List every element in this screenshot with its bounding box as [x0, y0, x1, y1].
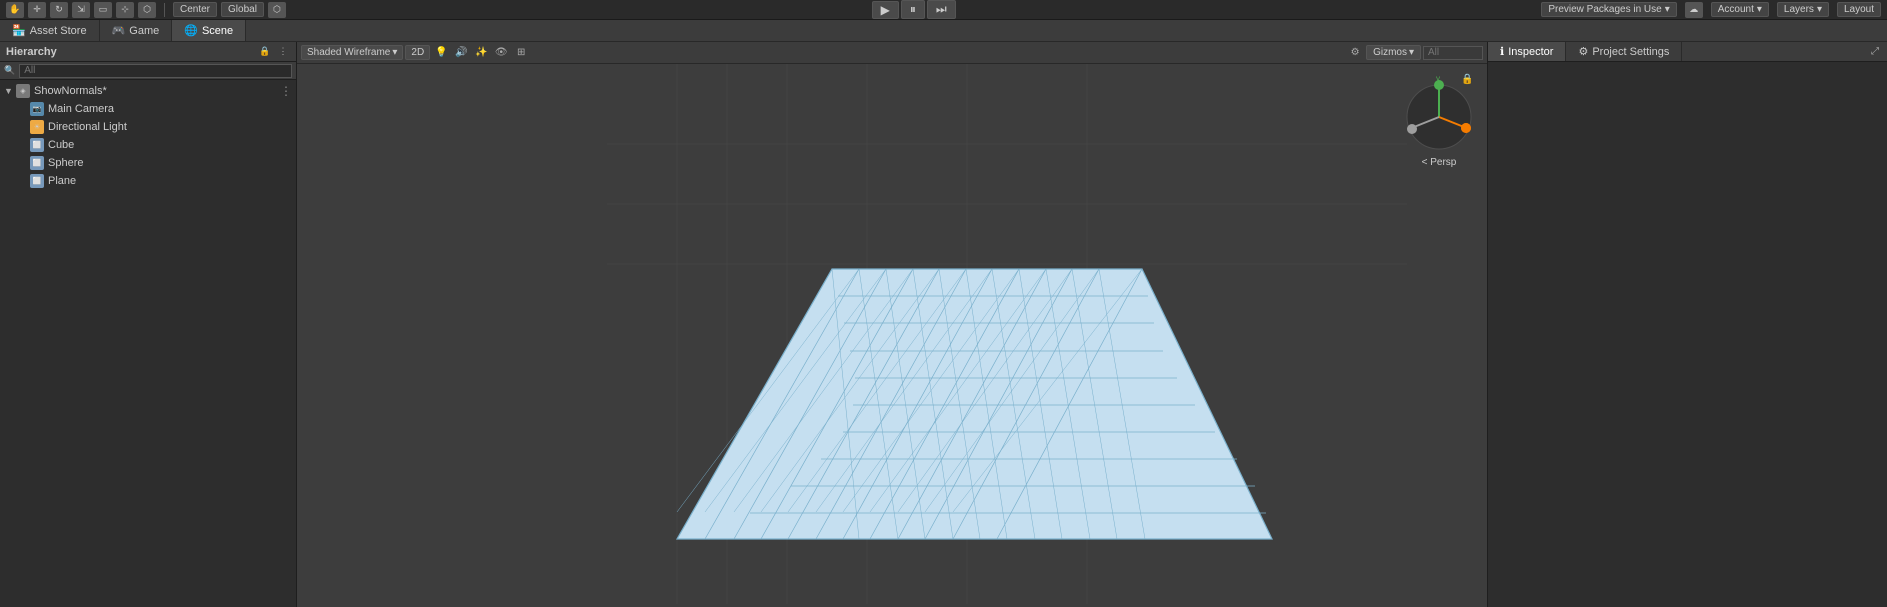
second-bar: 🏪 Asset Store 🎮 Game 🌐 Scene	[0, 20, 1887, 42]
move-tool-icon[interactable]: ✛	[28, 2, 46, 18]
hierarchy-search-bar: 🔍	[0, 62, 296, 80]
hand-tool-icon[interactable]: ✋	[6, 2, 24, 18]
tree-item-directional-light[interactable]: ☀ Directional Light	[0, 118, 296, 136]
effects-toggle-icon[interactable]: ✨	[472, 45, 490, 61]
svg-text:y: y	[1436, 74, 1440, 83]
scene-canvas[interactable]: y 🔒 < Persp	[297, 64, 1487, 607]
scale-tool-icon[interactable]: ⇲	[72, 2, 90, 18]
tree-item-cube[interactable]: ⬜ Cube	[0, 136, 296, 154]
light-object-icon: ☀	[30, 120, 44, 134]
scene-icon: 🌐	[184, 24, 198, 37]
search-icon: 🔍	[4, 65, 15, 76]
asset-store-icon: 🏪	[12, 24, 26, 37]
rotate-tool-icon[interactable]: ↻	[50, 2, 68, 18]
extra-settings-icon[interactable]: ⬡	[268, 2, 286, 18]
tree-item-main-camera[interactable]: 📷 Main Camera	[0, 100, 296, 118]
cloud-icon[interactable]: ☁	[1685, 2, 1703, 18]
tab-asset-store[interactable]: 🏪 Asset Store	[0, 20, 100, 41]
tree-item-plane[interactable]: ⬜ Plane	[0, 172, 296, 190]
hierarchy-header: Hierarchy 🔒 ⋮	[0, 42, 296, 62]
inspector-icon: ℹ	[1500, 45, 1504, 58]
svg-text:🔒: 🔒	[1461, 73, 1473, 85]
scene-view: Shaded Wireframe ▾ 2D 💡 🔊 ✨ 👁 ⊞ ⚙ Gizmos…	[297, 42, 1487, 607]
hierarchy-more-icon[interactable]: ⋮	[276, 45, 290, 59]
scene-gizmo[interactable]: y 🔒 < Persp	[1399, 72, 1479, 152]
camera-object-icon: 📷	[30, 102, 44, 116]
hierarchy-title: Hierarchy	[6, 46, 57, 58]
hierarchy-tree: ▼ ◈ ShowNormals* ⋮ 📷 Main Camera ☀ Direc…	[0, 80, 296, 607]
transform-tool-icon[interactable]: ⊹	[116, 2, 134, 18]
plane-object-icon: ⬜	[30, 174, 44, 188]
tab-project-settings[interactable]: ⚙ Project Settings	[1566, 42, 1682, 61]
sphere-object-icon: ⬜	[30, 156, 44, 170]
hierarchy-lock-icon[interactable]: 🔒	[258, 45, 272, 59]
step-button[interactable]: ⏭	[927, 0, 956, 19]
audio-toggle-icon[interactable]: 🔊	[452, 45, 470, 61]
grid-toggle-icon[interactable]: ⊞	[512, 45, 530, 61]
layout-button[interactable]: Layout	[1837, 2, 1881, 17]
gizmos-dropdown-arrow: ▾	[1409, 47, 1414, 58]
inspector-content	[1488, 62, 1887, 607]
shading-mode-dropdown[interactable]: Shaded Wireframe ▾	[301, 45, 403, 60]
right-panel-header: ℹ Inspector ⚙ Project Settings ⤢	[1488, 42, 1887, 62]
hierarchy-panel: Hierarchy 🔒 ⋮ 🔍 ▼ ◈ ShowNormals* ⋮ 📷 Mai…	[0, 42, 297, 607]
2d-button[interactable]: 2D	[405, 45, 430, 60]
preview-packages-button[interactable]: Preview Packages in Use ▾	[1541, 2, 1676, 17]
layers-button[interactable]: Layers ▾	[1777, 2, 1829, 17]
account-dropdown-icon: ▾	[1757, 4, 1762, 15]
center-button[interactable]: Center	[173, 2, 217, 17]
tab-inspector[interactable]: ℹ Inspector	[1488, 42, 1566, 61]
tree-root-item[interactable]: ▼ ◈ ShowNormals* ⋮	[0, 82, 296, 100]
top-bar: ✋ ✛ ↻ ⇲ ▭ ⊹ ⬡ Center Global ⬡ ▶ ⏸ ⏭ Prev…	[0, 0, 1887, 20]
top-bar-right: Preview Packages in Use ▾ ☁ Account ▾ La…	[1541, 2, 1881, 18]
main-area: Hierarchy 🔒 ⋮ 🔍 ▼ ◈ ShowNormals* ⋮ 📷 Mai…	[0, 42, 1887, 607]
scene-toolbar: Shaded Wireframe ▾ 2D 💡 🔊 ✨ 👁 ⊞ ⚙ Gizmos…	[297, 42, 1487, 64]
gizmos-button[interactable]: Gizmos ▾	[1366, 45, 1421, 60]
global-button[interactable]: Global	[221, 2, 264, 17]
scene-search-input[interactable]	[1423, 46, 1483, 60]
root-more-icon[interactable]: ⋮	[280, 84, 296, 98]
root-expand-arrow: ▼	[4, 86, 14, 96]
separator	[164, 3, 165, 17]
game-icon: 🎮	[112, 24, 126, 37]
preview-packages-dropdown-icon: ▾	[1665, 4, 1670, 15]
right-panel-tabs: ℹ Inspector ⚙ Project Settings	[1488, 42, 1682, 61]
playback-controls: ▶ ⏸ ⏭	[872, 0, 956, 19]
hierarchy-search-input[interactable]	[19, 64, 292, 78]
hierarchy-panel-icons: 🔒 ⋮	[258, 45, 290, 59]
tab-game[interactable]: 🎮 Game	[100, 20, 173, 41]
scene-3d-view	[297, 64, 1487, 607]
tab-scene[interactable]: 🌐 Scene	[172, 20, 246, 41]
lighting-toggle-icon[interactable]: 💡	[432, 45, 450, 61]
rect-tool-icon[interactable]: ▭	[94, 2, 112, 18]
toolbar-tools: ✋ ✛ ↻ ⇲ ▭ ⊹ ⬡ Center Global ⬡	[6, 2, 286, 18]
shading-dropdown-arrow: ▾	[392, 47, 397, 58]
account-button[interactable]: Account ▾	[1711, 2, 1769, 17]
project-settings-icon: ⚙	[1578, 45, 1588, 58]
scene-tools-icon[interactable]: ⚙	[1346, 45, 1364, 61]
tree-item-sphere[interactable]: ⬜ Sphere	[0, 154, 296, 172]
right-panel-maximize-icon[interactable]: ⤢	[1867, 44, 1883, 60]
pause-button[interactable]: ⏸	[901, 0, 925, 19]
custom-tool-icon[interactable]: ⬡	[138, 2, 156, 18]
tab-group: 🏪 Asset Store 🎮 Game 🌐 Scene	[0, 20, 246, 41]
root-scene-icon: ◈	[16, 84, 30, 98]
gizmo-svg: y 🔒	[1399, 72, 1479, 152]
persp-label[interactable]: < Persp	[1399, 157, 1479, 168]
play-button[interactable]: ▶	[872, 1, 899, 19]
right-panel: ℹ Inspector ⚙ Project Settings ⤢	[1487, 42, 1887, 607]
layers-dropdown-icon: ▾	[1817, 4, 1822, 15]
cube-object-icon: ⬜	[30, 138, 44, 152]
scene-visibility-icon[interactable]: 👁	[492, 45, 510, 61]
